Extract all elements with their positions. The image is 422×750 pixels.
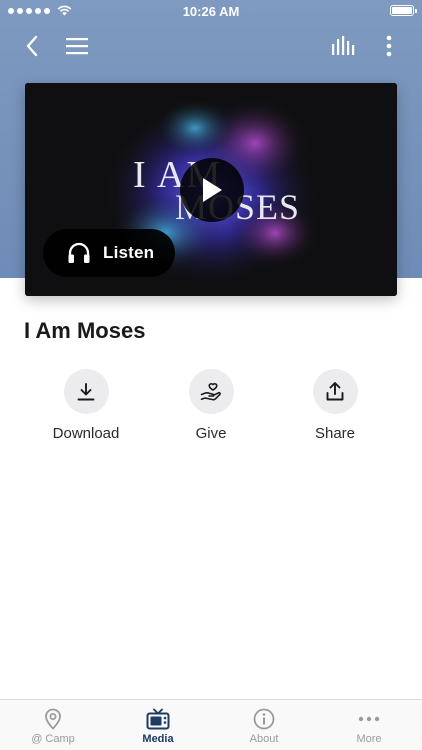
tab-camp-label: @ Camp [31,733,75,745]
status-bar: 10:26 AM [0,0,422,22]
hamburger-menu-icon [66,38,88,55]
chevron-left-icon [26,35,38,57]
share-label: Share [314,425,356,442]
listen-button[interactable]: Listen [43,229,175,277]
more-dots-icon [358,716,380,722]
location-pin-icon [45,708,61,730]
tab-about-label: About [249,733,279,745]
listen-label: Listen [103,243,155,262]
download-label: Download [52,425,120,442]
info-icon [253,708,275,730]
tv-icon [146,708,170,730]
share-icon [326,382,344,401]
audio-bars-icon [332,36,355,55]
give-button[interactable]: Give [161,369,261,442]
play-icon [203,178,222,202]
share-button[interactable]: Share [285,369,385,442]
give-heart-hand-icon [200,382,221,400]
tab-media-label: Media [142,733,174,745]
back-button[interactable] [14,28,50,64]
nav-bar [0,24,422,64]
battery-icon [390,5,417,16]
tab-media[interactable]: Media [113,708,203,745]
vertical-ellipsis-icon [386,35,392,57]
media-artwork-card[interactable]: I AM MOSES Listen [25,83,397,296]
action-row: Download Give Share [0,369,422,449]
tab-more-label: More [356,733,382,745]
more-options-button[interactable] [371,28,407,64]
page-title: I Am Moses [24,318,146,343]
download-icon [77,382,95,400]
play-button[interactable] [180,158,244,222]
tab-bar: @ Camp Media About More [0,699,422,750]
tab-about[interactable]: About [219,708,309,745]
headphones-icon [68,242,90,263]
download-button[interactable]: Download [36,369,136,442]
tab-more[interactable]: More [324,708,414,745]
give-label: Give [195,425,227,442]
status-time: 10:26 AM [182,4,240,19]
menu-button[interactable] [59,28,95,64]
tab-camp[interactable]: @ Camp [8,708,98,745]
audio-button[interactable] [326,28,362,64]
